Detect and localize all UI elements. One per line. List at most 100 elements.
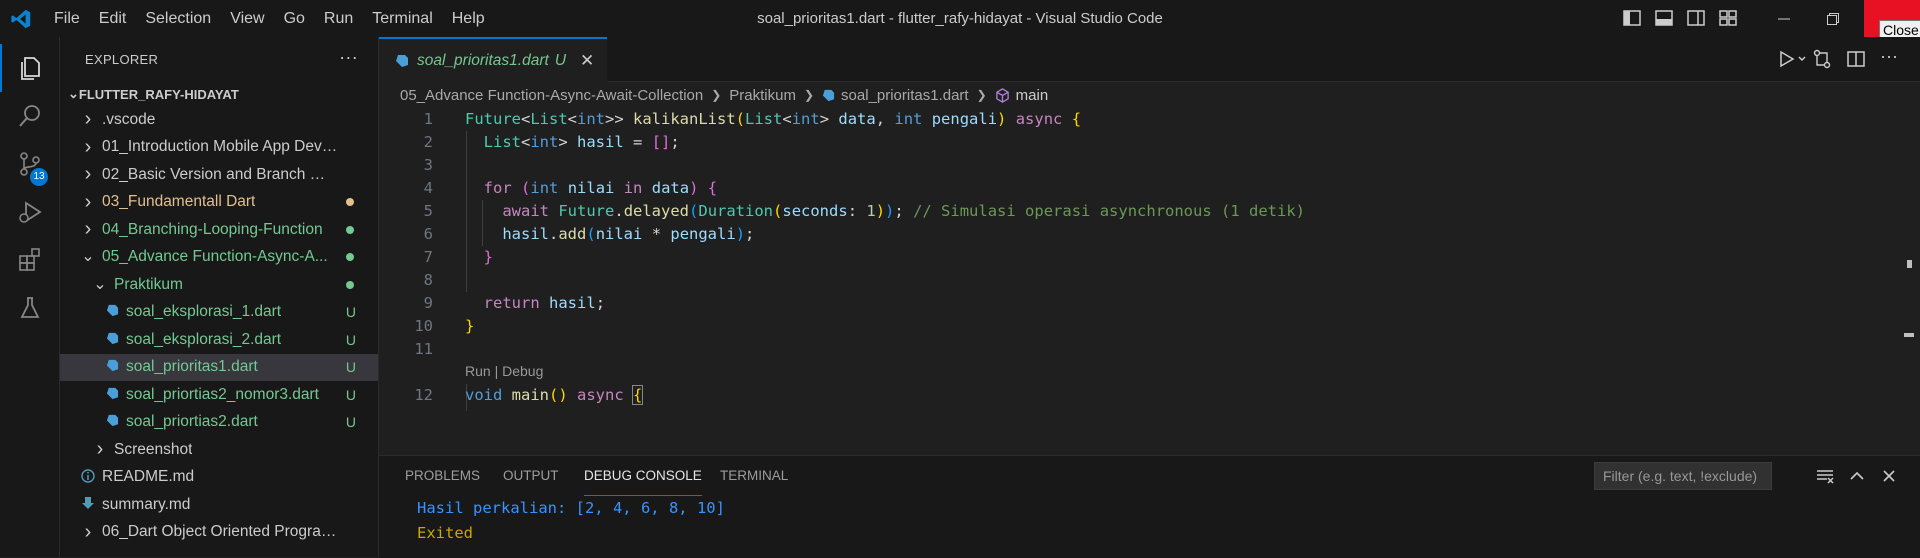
tab-debug-console[interactable]: DEBUG CONSOLE: [584, 456, 702, 496]
minimize-icon[interactable]: [1761, 0, 1807, 37]
dart-file-icon: [104, 304, 120, 320]
tree-item-label: .vscode: [102, 110, 156, 128]
menu-help[interactable]: Help: [452, 10, 485, 28]
more-editor-actions-icon[interactable]: ···: [1880, 47, 1900, 69]
restore-icon[interactable]: [1810, 0, 1856, 37]
tree-item[interactable]: summary.md: [60, 491, 378, 519]
modified-dot: [346, 198, 354, 207]
breadcrumb-symbol[interactable]: main: [1016, 87, 1049, 104]
tree-item-label: soal_priortias2_nomor3.dart: [126, 385, 319, 403]
tree-item[interactable]: soal_priortias2_nomor3.dart U: [60, 381, 378, 409]
debug-console-output: Hasil perkalian: [2, 4, 6, 8, 10] Exited: [379, 496, 1920, 546]
chevron-right-icon: ❯: [711, 88, 722, 102]
tree-item[interactable]: › 03_Fundamentall Dart: [60, 189, 378, 217]
git-status-badge: U: [345, 359, 356, 376]
extensions-icon[interactable]: [0, 236, 60, 284]
source-control-icon[interactable]: 13: [0, 140, 60, 188]
source-control-badge: 13: [30, 168, 48, 186]
tab-bar: soal_prioritas1.dart U ✕ ···: [379, 37, 1920, 82]
bottom-panel: PROBLEMS OUTPUT DEBUG CONSOLE TERMINAL F…: [379, 455, 1920, 558]
tab-terminal[interactable]: TERMINAL: [720, 456, 788, 496]
testing-icon[interactable]: [0, 284, 60, 332]
menu-go[interactable]: Go: [284, 10, 305, 28]
menu-bar: File Edit Selection View Go Run Terminal…: [54, 0, 504, 37]
tree-item-label: 01_Introduction Mobile App Develo...: [102, 138, 338, 156]
tree-item-label: README.md: [102, 468, 195, 486]
toggle-panel-icon[interactable]: [1654, 8, 1674, 28]
menu-run[interactable]: Run: [324, 10, 353, 28]
menu-terminal[interactable]: Terminal: [372, 10, 432, 28]
menu-view[interactable]: View: [230, 10, 264, 28]
explorer-header: EXPLORER ···: [60, 37, 378, 82]
tab-soal-prioritas1[interactable]: soal_prioritas1.dart U ✕: [379, 37, 607, 82]
git-status-badge: U: [345, 304, 356, 321]
tree-item[interactable]: soal_eksplorasi_2.dart U: [60, 326, 378, 354]
tree-item-label: Praktikum: [114, 275, 183, 293]
panel-actions: [1815, 466, 1911, 486]
breadcrumb-file[interactable]: soal_prioritas1.dart: [841, 87, 969, 104]
chevron-right-icon: ›: [96, 438, 104, 461]
dart-file-icon: [104, 332, 120, 348]
tab-problems[interactable]: PROBLEMS: [405, 456, 480, 496]
menu-edit[interactable]: Edit: [99, 10, 127, 28]
explorer-sidebar: EXPLORER ··· ⌄ FLUTTER_RAFY-HIDAYAT › .vs…: [60, 37, 379, 557]
toggle-secondary-sidebar-icon[interactable]: [1686, 8, 1706, 28]
menu-selection[interactable]: Selection: [145, 10, 211, 28]
chevron-right-icon: ›: [84, 520, 92, 543]
dart-file-icon: [104, 387, 120, 403]
maximize-panel-icon[interactable]: [1847, 466, 1867, 486]
codelens-run-debug[interactable]: Run | Debug: [465, 363, 543, 379]
console-filter-input[interactable]: Filter (e.g. text, !exclude): [1594, 462, 1772, 490]
tree-item[interactable]: soal_eksplorasi_1.dart U: [60, 299, 378, 327]
git-status-badge: U: [345, 386, 356, 403]
chevron-right-icon: ›: [84, 190, 92, 213]
tree-item[interactable]: › 01_Introduction Mobile App Develo...: [60, 134, 378, 162]
menu-file[interactable]: File: [54, 10, 80, 28]
workspace-folder-header[interactable]: ⌄ FLUTTER_RAFY-HIDAYAT: [60, 82, 378, 106]
run-debug-icon[interactable]: [0, 188, 60, 236]
run-dropdown-icon[interactable]: [1778, 49, 1806, 69]
compare-changes-icon[interactable]: [1812, 49, 1832, 69]
tree-item-label: soal_prioritas1.dart: [126, 358, 258, 376]
tree-item-label: soal_eksplorasi_1.dart: [126, 303, 282, 321]
customize-layout-icon[interactable]: [1718, 8, 1738, 28]
tree-item[interactable]: › 04_Branching-Looping-Function: [60, 216, 378, 244]
tree-item[interactable]: ⌄ Praktikum: [60, 271, 378, 299]
more-actions-icon[interactable]: ···: [339, 47, 358, 68]
markdown-down-arrow-icon: [80, 496, 96, 513]
tree-item-label: 06_Dart Object Oriented Programmi...: [102, 523, 338, 541]
tab-status: U: [554, 51, 567, 69]
vscode-logo-icon: [11, 9, 31, 29]
explorer-icon[interactable]: [0, 44, 60, 92]
tree-item[interactable]: › Screenshot: [60, 436, 378, 464]
tree-item[interactable]: README.md: [60, 464, 378, 492]
code-editor[interactable]: 1 Future<List<int>> kalikanList(List<int>…: [379, 108, 1920, 411]
chevron-down-icon: ⌄: [81, 248, 95, 266]
tree-item[interactable]: › 02_Basic Version and Branch Manag...: [60, 161, 378, 189]
chevron-right-icon: ›: [84, 218, 92, 241]
clear-console-icon[interactable]: [1815, 466, 1835, 486]
chevron-down-icon: ⌄: [93, 275, 107, 293]
modified-dot: [346, 280, 354, 289]
search-icon[interactable]: [0, 92, 60, 140]
breadcrumb-folder[interactable]: 05_Advance Function-Async-Await-Collecti…: [400, 87, 703, 104]
breadcrumb-subfolder[interactable]: Praktikum: [729, 87, 796, 104]
git-status-badge: U: [345, 414, 356, 431]
tree-item[interactable]: soal_prioritas1.dart U: [60, 353, 378, 381]
close-tab-icon[interactable]: ✕: [580, 51, 594, 71]
console-line: Exited: [417, 524, 473, 542]
tab-output[interactable]: OUTPUT: [503, 456, 559, 496]
chevron-down-icon: ⌄: [68, 86, 79, 101]
modified-dot: [346, 253, 354, 262]
split-editor-icon[interactable]: [1846, 49, 1866, 69]
close-panel-icon[interactable]: [1879, 466, 1899, 486]
tree-item[interactable]: › 06_Dart Object Oriented Programmi...: [60, 519, 378, 547]
tree-item[interactable]: soal_priortias2.dart U: [60, 409, 378, 437]
tree-item[interactable]: › .vscode: [60, 106, 378, 134]
chevron-right-icon: ›: [84, 135, 92, 158]
breadcrumb: 05_Advance Function-Async-Await-Collecti…: [379, 82, 1920, 108]
activity-bar: 13: [0, 37, 60, 557]
tree-item[interactable]: ⌄ 05_Advance Function-Async-A...: [60, 244, 378, 272]
dart-file-icon: [104, 359, 120, 375]
toggle-primary-sidebar-icon[interactable]: [1622, 8, 1642, 28]
